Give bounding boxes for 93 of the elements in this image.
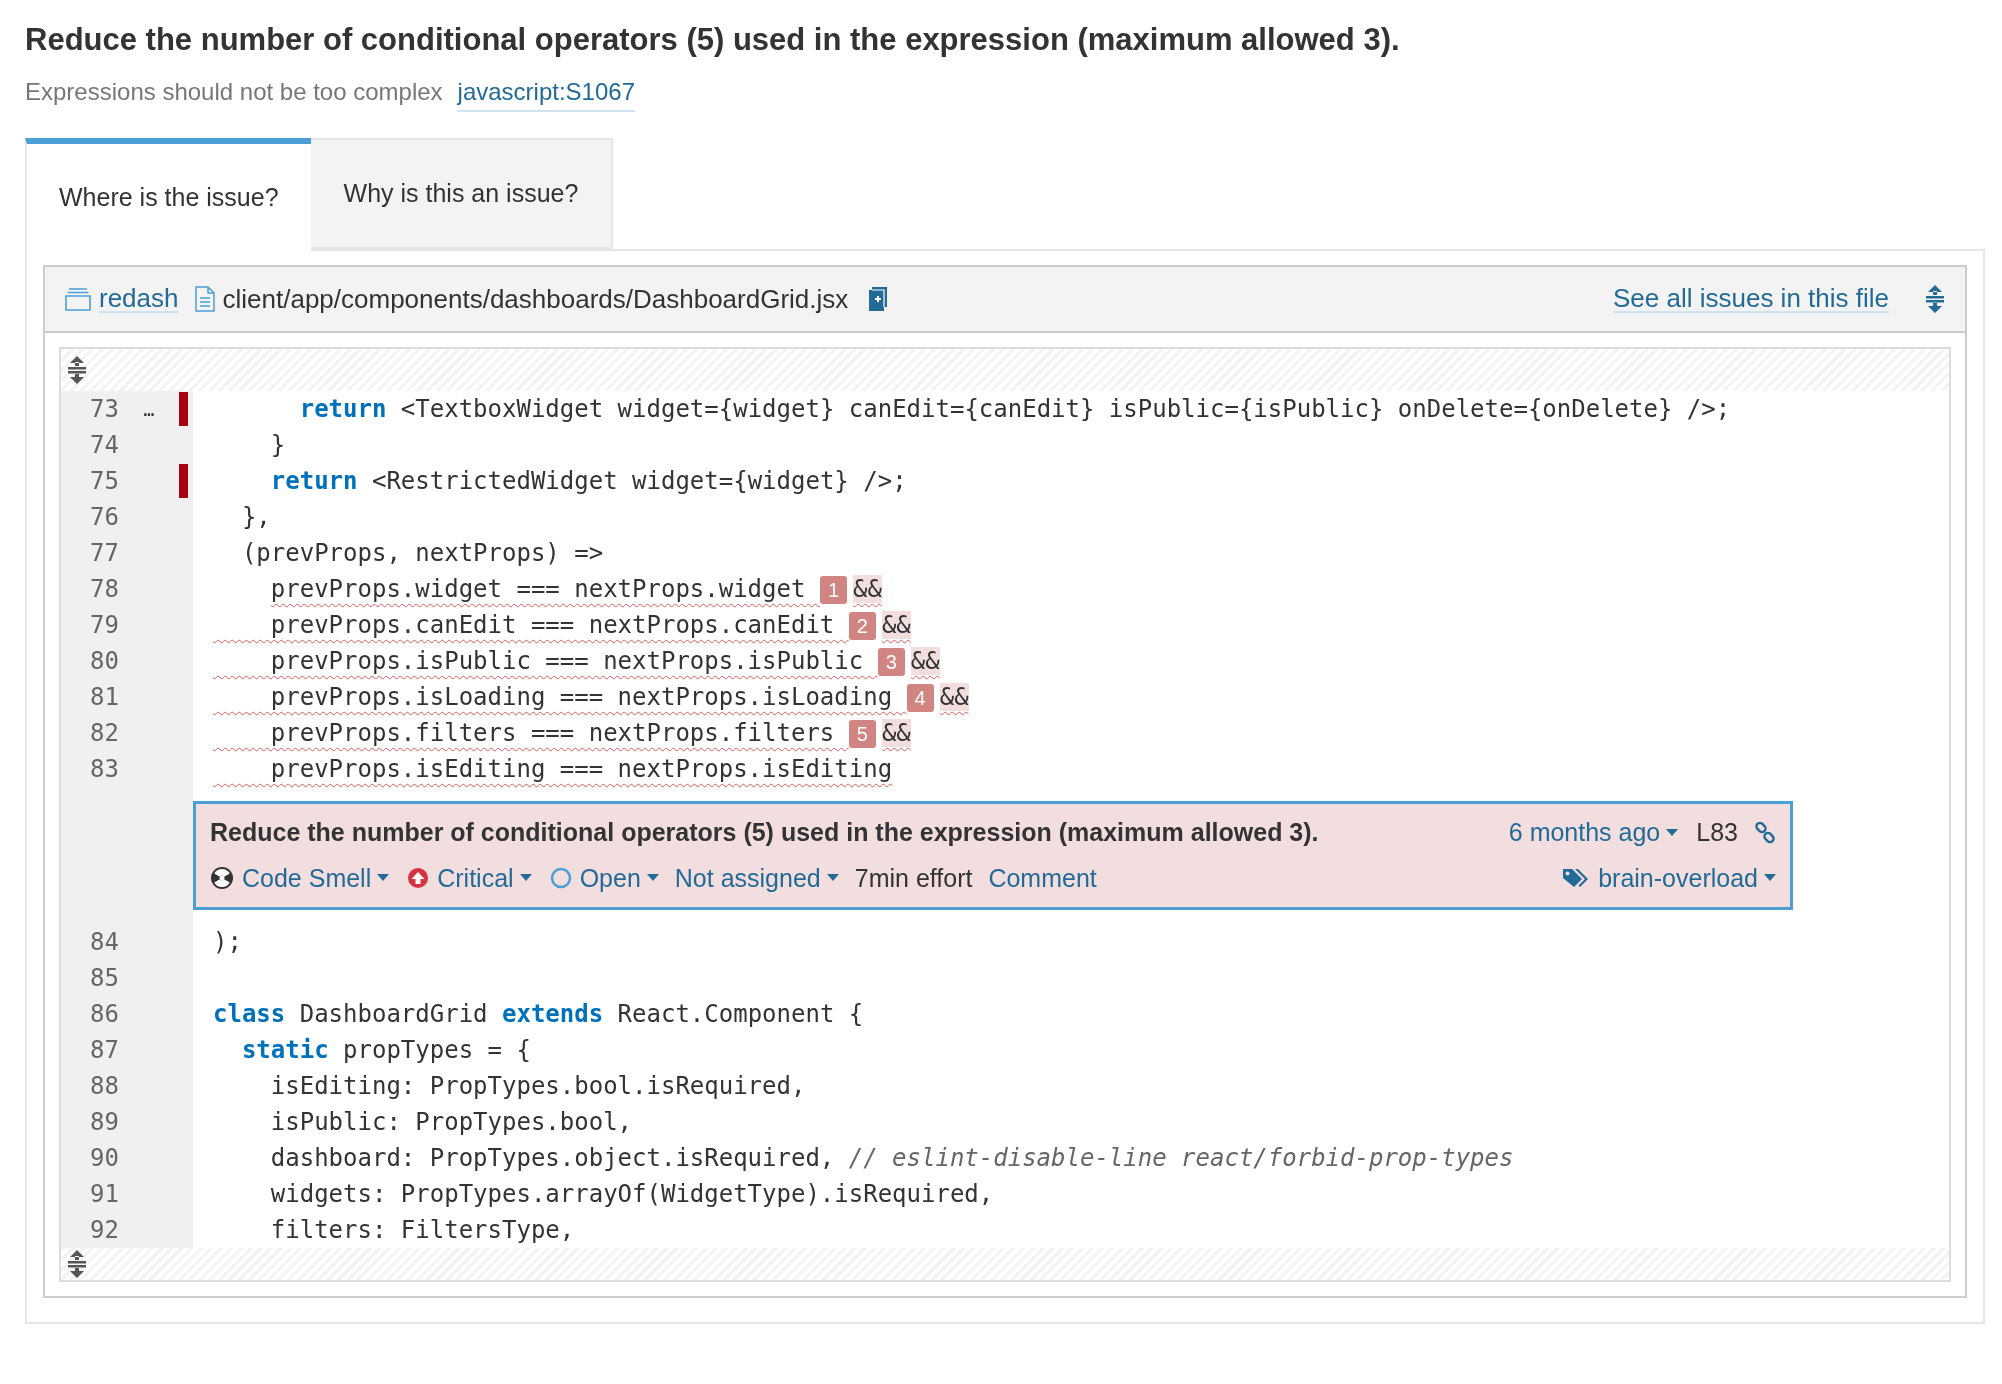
location-badge[interactable]: 2: [848, 612, 876, 640]
code-keyword: class: [213, 1000, 286, 1028]
code-text: dashboard: PropTypes.object.isRequired,: [270, 1144, 836, 1172]
code-keyword: extends: [502, 1000, 604, 1028]
code-operator: &&: [853, 575, 882, 603]
code-text: widgets: PropTypes.arrayOf(WidgetType).isRequired,: [270, 1180, 994, 1208]
code-operator: &&: [881, 611, 911, 639]
issue-status[interactable]: Open: [579, 859, 659, 897]
location-badge[interactable]: 4: [906, 684, 934, 712]
expand-icon[interactable]: [67, 1249, 87, 1279]
issue-title: Reduce the number of conditional operators (5) used in the expression (maximum allowed 3).: [25, 21, 1401, 59]
code-text: }: [270, 431, 286, 459]
expand-icon[interactable]: [67, 355, 87, 385]
expand-icon[interactable]: [1925, 284, 1945, 314]
line-number: 78: [89, 574, 119, 605]
repository-icon: [65, 287, 91, 311]
issue-box[interactable]: Reduce the number of conditional operators (5) used in the expression (maximum allowed 3). 6 months ago L83 Code Smell Critical Open Not assigned 7min effort Comment brain-overload: [193, 801, 1793, 910]
code-text: },: [241, 503, 271, 531]
issue-age[interactable]: 6 months ago: [1508, 814, 1679, 852]
line-number: 91: [89, 1179, 119, 1210]
critical-severity-icon: [407, 867, 430, 890]
line-number: 89: [89, 1107, 119, 1138]
code-text: filters: FiltersType,: [270, 1216, 575, 1244]
issue-message: Reduce the number of conditional operators (5) used in the expression (maximum allowed 3).: [210, 817, 1319, 848]
code-text: prevProps.filters === nextProps.filters: [269, 719, 836, 747]
location-badge[interactable]: 5: [848, 720, 876, 748]
code-operator: &&: [881, 719, 911, 747]
link-icon[interactable]: [1754, 821, 1776, 844]
line-number: 80: [89, 646, 119, 677]
code-text: prevProps.isPublic === nextProps.isPublic: [269, 647, 865, 675]
code-text: prevProps.canEdit === nextProps.canEdit: [269, 611, 836, 639]
open-status-icon: [549, 867, 572, 890]
line-number: 85: [89, 963, 119, 994]
line-number: 73: [89, 394, 119, 425]
code-text: prevProps.widget === nextProps.widget: [270, 575, 807, 603]
comment-link[interactable]: Comment: [988, 859, 1097, 897]
line-number: 81: [89, 682, 119, 713]
code-keyword: static: [241, 1036, 329, 1064]
caret-icon: [1764, 874, 1776, 883]
project-link[interactable]: redash: [99, 285, 179, 313]
line-number: 84: [89, 927, 119, 958]
code-text: <TextboxWidget widget={widget} canEdit={canEdit} isPublic={isPublic} onDelete={onDelete} />;: [400, 395, 1731, 423]
caret-icon: [646, 874, 659, 883]
line-number: 82: [89, 718, 119, 749]
code-smell-icon: [210, 866, 234, 891]
file-icon: [194, 286, 215, 312]
line-number: 86: [89, 999, 119, 1030]
line-number: 75: [89, 466, 119, 497]
code-text: React.Component {: [617, 1000, 864, 1028]
code-operator: &&: [939, 683, 969, 711]
location-badge[interactable]: 1: [819, 576, 847, 604]
code-comment: // eslint-disable-line react/forbid-prop-types: [848, 1144, 1514, 1172]
tab[interactable]: Where is the issue?: [25, 138, 311, 251]
caret-icon: [1666, 828, 1679, 837]
issue-assignee[interactable]: Not assigned: [674, 859, 839, 897]
rule-link[interactable]: javascript:S1067: [457, 74, 635, 112]
line-number: 79: [89, 610, 119, 641]
line-number: 83: [89, 754, 119, 785]
new-file-icon[interactable]: [868, 286, 889, 312]
code-text: propTypes = {: [343, 1036, 531, 1064]
code-text: prevProps.isLoading === nextProps.isLoading: [269, 683, 894, 711]
issue-line: L83: [1696, 817, 1738, 848]
issue-effort: 7min effort: [854, 862, 973, 894]
issue-severity[interactable]: Critical: [437, 859, 532, 897]
issue-tags[interactable]: brain-overload: [1598, 859, 1776, 897]
caret-icon: [377, 874, 390, 883]
caret-icon: [826, 874, 839, 883]
line-number: 76: [89, 502, 119, 533]
code-operator: &&: [910, 647, 940, 675]
see-all-issues-link[interactable]: See all issues in this file: [1612, 285, 1889, 313]
rule-description: Expressions should not be too complex: [25, 77, 443, 107]
code-keyword: return: [270, 467, 358, 495]
caret-icon: [519, 874, 532, 883]
issue-type[interactable]: Code Smell: [242, 859, 390, 897]
more-icon[interactable]: …: [143, 395, 155, 423]
line-number: 77: [89, 538, 119, 569]
code-text: <RestrictedWidget widget={widget} />;: [371, 467, 907, 495]
line-number: 74: [89, 430, 119, 461]
line-number: 90: [89, 1143, 119, 1174]
code-text: DashboardGrid: [299, 1000, 489, 1028]
code-text: isPublic: PropTypes.bool,: [270, 1108, 633, 1136]
line-number: 87: [89, 1035, 119, 1066]
line-number: 88: [89, 1071, 119, 1102]
code-text: );: [213, 928, 242, 956]
line-number: 92: [89, 1215, 119, 1246]
code-text: (prevProps, nextProps) =>: [241, 539, 604, 567]
file-path: client/app/components/dashboards/DashboardGrid.jsx: [222, 282, 849, 316]
tags-icon: [1562, 867, 1591, 890]
tab[interactable]: Why is this an issue?: [310, 138, 614, 249]
code-text: prevProps.isEditing === nextProps.isEditing: [269, 755, 893, 783]
code-keyword: return: [299, 395, 387, 423]
code-text: isEditing: PropTypes.bool.isRequired,: [270, 1072, 806, 1100]
location-badge[interactable]: 3: [877, 648, 905, 676]
